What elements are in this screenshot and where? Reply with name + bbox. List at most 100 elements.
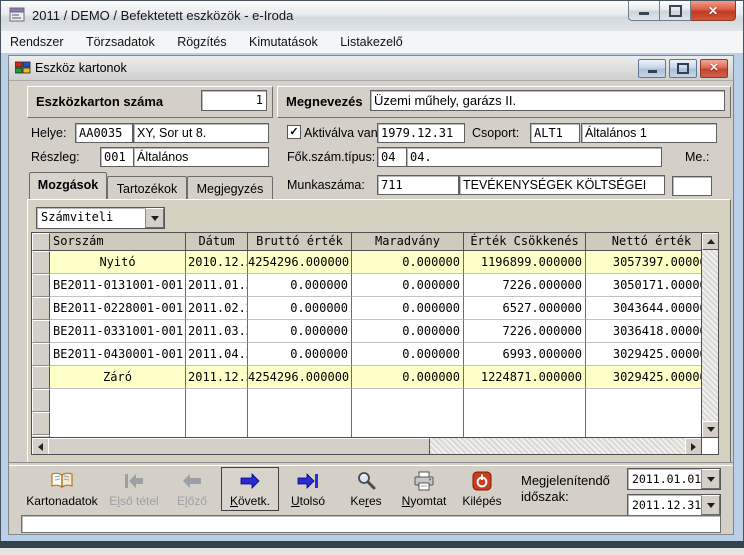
table-row[interactable]: BE2011-0228001-001 2011.02.28 0.000000 0… [32,297,718,320]
scroll-left-button[interactable] [32,438,49,455]
menu-rogzites[interactable]: Rögzítés [168,31,235,52]
next-arrow-icon [239,470,261,492]
period-from-dropdown-button[interactable] [701,469,720,489]
cell-brutto: 4254296.000000 [248,251,352,274]
tab-tartozekok[interactable]: Tartozékok [107,176,187,199]
cell-datum: 2011.04.30 [186,343,248,366]
menu-kimutatasok[interactable]: Kimutatások [240,31,327,52]
row-indicator[interactable] [32,251,50,274]
child-window-title: Eszköz kartonok [35,61,127,75]
scroll-up-button[interactable] [702,233,719,250]
view-type-combobox[interactable]: Számviteli [36,207,165,229]
table-row[interactable]: Nyitó 2010.12.31 4254296.000000 0.000000… [32,251,718,274]
minimize-icon [639,12,649,15]
menu-rendszer[interactable]: Rendszer [1,31,73,52]
restore-button[interactable] [659,1,691,21]
eszkoz-kartonok-window: Eszköz kartonok ✕ Eszközkarton száma 1 M… [8,55,734,535]
print-button[interactable]: Nyomtat [395,467,453,511]
app-icon [9,7,26,28]
cell-netto: 3057397.000000 [586,251,718,274]
close-button[interactable]: ✕ [691,1,736,21]
period-to-combobox[interactable]: 2011.12.31 [627,494,721,516]
horizontal-scroll-thumb[interactable] [48,438,430,455]
table-row[interactable]: BE2011-0131001-001 2011.01.31 0.000000 0… [32,274,718,297]
mozgasok-panel: Számviteli Sorszám Dátum Bruttó érték Ma… [27,199,731,463]
col-brutto[interactable]: Bruttó érték [248,233,352,251]
period-to-dropdown-button[interactable] [701,495,720,515]
aktivalva-checkbox[interactable]: ✓ [287,125,301,139]
previous-button[interactable]: Előző [163,467,221,511]
csoport-code-field[interactable]: ALT1 [530,123,580,143]
kartonadatok-button[interactable]: Kartonadatok [19,467,105,511]
col-maradvany[interactable]: Maradvány [352,233,464,251]
name-label: Megnevezés [286,94,363,109]
cell-brutto: 0.000000 [248,343,352,366]
aktivalva-date-field[interactable]: 1979.12.31 [377,123,465,143]
reszleg-code-field[interactable]: 001 [100,147,136,167]
empty-row [32,412,718,435]
child-title-bar[interactable]: Eszköz kartonok ✕ [9,56,733,81]
last-item-button[interactable]: Utolsó [279,467,337,511]
row-indicator[interactable] [32,366,50,389]
exit-button[interactable]: Kilépés [453,467,511,511]
table-row[interactable]: Záró 2011.12.31 4254296.000000 0.000000 … [32,366,718,389]
cell-brutto: 0.000000 [248,274,352,297]
row-indicator-header [32,233,50,251]
combo-dropdown-button[interactable] [145,208,164,228]
card-number-field[interactable]: 1 [201,90,267,111]
menu-listakezelo[interactable]: Listakezelő [331,31,412,52]
title-bar[interactable]: 2011 / DEMO / Befektetett eszközök - e-I… [1,1,743,32]
horizontal-scrollbar[interactable] [32,437,702,454]
reszleg-desc-field[interactable]: Általános [133,147,269,167]
child-minimize-button[interactable] [638,59,666,78]
munkaszam-desc-field[interactable]: TEVÉKENYSÉGEK KÖLTSÉGEI [459,175,665,195]
period-from-combobox[interactable]: 2011.01.01 [627,468,721,490]
first-item-button[interactable]: Első tétel [105,467,163,511]
table-row[interactable]: BE2011-0331001-001 2011.03.31 0.000000 0… [32,320,718,343]
client-area: Eszköz kartonok ✕ Eszközkarton száma 1 M… [1,53,743,541]
view-type-value: Számviteli [37,208,145,228]
cell-sorszam: BE2011-0430001-001 [50,343,186,366]
movements-table: Sorszám Dátum Bruttó érték Maradvány Ért… [31,232,719,455]
munkaszam-label: Munkaszáma: [287,178,365,192]
child-restore-button[interactable] [669,59,697,78]
col-csokkenes[interactable]: Érték Csökkenés [464,233,586,251]
minimize-button[interactable] [628,1,659,21]
fok-desc-field[interactable]: 04. [406,147,662,167]
scroll-right-button[interactable] [685,438,702,455]
window-controls: ✕ [628,1,736,21]
menu-torzsadatok[interactable]: Törzsadatok [77,31,164,52]
vertical-scrollbar[interactable] [701,233,718,438]
tab-megjegyzes[interactable]: Megjegyzés [187,176,273,199]
tab-mozgasok[interactable]: Mozgások [29,172,107,199]
col-netto[interactable]: Nettó érték [586,233,718,251]
child-close-button[interactable]: ✕ [700,59,728,78]
book-icon [50,470,74,492]
scroll-down-button[interactable] [702,421,719,438]
table-row[interactable]: BE2011-0430001-001 2011.04.30 0.000000 0… [32,343,718,366]
munkaszam-code-field[interactable]: 711 [377,175,459,195]
search-button[interactable]: Keres [337,467,395,511]
screen: 2011 / DEMO / Befektetett eszközök - e-I… [0,0,744,555]
next-button[interactable]: Követk. [221,467,279,511]
row-indicator[interactable] [32,274,50,297]
card-number-label: Eszközkarton száma [36,94,163,109]
csoport-desc-field[interactable]: Általános 1 [581,123,717,143]
row-indicator[interactable] [32,320,50,343]
reszleg-label: Részleg: [31,150,80,164]
row-indicator[interactable] [32,343,50,366]
helye-code-field[interactable]: AA0035 [75,123,133,143]
cell-maradvany: 0.000000 [352,366,464,389]
col-sorszam[interactable]: Sorszám [50,233,186,251]
chevron-down-icon [707,503,715,512]
cell-sorszam: BE2011-0131001-001 [50,274,186,297]
cell-datum: 2010.12.31 [186,251,248,274]
menu-bar: Rendszer Törzsadatok Rögzítés Kimutatáso… [1,31,743,54]
col-datum[interactable]: Dátum [186,233,248,251]
name-field[interactable]: Üzemi műhely, garázs II. [370,90,725,111]
cell-netto: 3029425.000000 [586,343,718,366]
helye-desc-field[interactable]: XY, Sor ut 8. [133,123,269,143]
row-indicator[interactable] [32,297,50,320]
fok-code-field[interactable]: 04 [377,147,407,167]
me-value-field[interactable] [672,176,712,196]
